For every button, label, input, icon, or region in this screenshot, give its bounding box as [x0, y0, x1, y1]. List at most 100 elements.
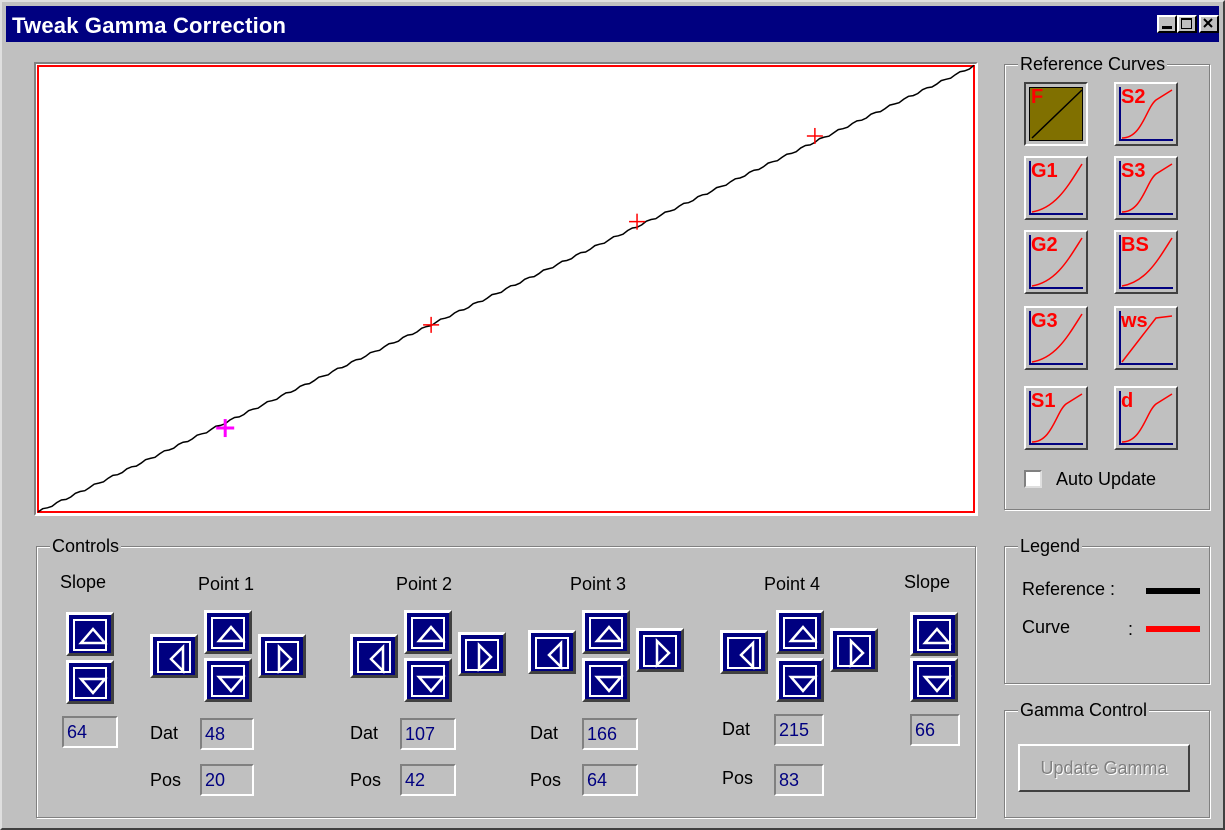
- control-point-marker-3[interactable]: [629, 213, 646, 230]
- left-arrow-icon: [157, 641, 191, 675]
- point-1-right-button[interactable]: [258, 634, 306, 678]
- down-arrow-icon: [783, 665, 818, 697]
- point-4-right-button[interactable]: [830, 628, 878, 672]
- reference-curve-label: d: [1121, 390, 1134, 412]
- legend-curve-label: Curve: [1022, 617, 1071, 637]
- gamma-curve-plot[interactable]: [34, 62, 978, 516]
- title-bar[interactable]: Tweak Gamma Correction: [6, 6, 1219, 42]
- dat-label-1: Dat: [150, 723, 179, 743]
- pos-label-4: Pos: [722, 768, 754, 788]
- slope-right-up-button[interactable]: [910, 612, 958, 656]
- point-2-left-button[interactable]: [350, 634, 398, 678]
- point-2-dat-field[interactable]: 107: [400, 718, 456, 750]
- slope-left-up-button[interactable]: [66, 612, 114, 656]
- point-2-up-button[interactable]: [404, 610, 452, 654]
- slope-left-down-button[interactable]: [66, 660, 114, 704]
- pos-label-3: Pos: [530, 770, 562, 790]
- reference-curve-button-s2[interactable]: S2: [1114, 82, 1178, 146]
- reference-curve-button-g1[interactable]: G1: [1024, 156, 1088, 220]
- reference-curve-label: F: [1031, 86, 1044, 108]
- point-4-up-button[interactable]: [776, 610, 824, 654]
- point-1-left-button[interactable]: [150, 634, 198, 678]
- reference-curve-button-d[interactable]: d: [1114, 386, 1178, 450]
- control-point-marker-2[interactable]: [423, 316, 440, 333]
- reference-curves-title: Reference Curves: [1018, 54, 1168, 74]
- legend-curve-line: [1146, 626, 1200, 632]
- down-arrow-icon: [73, 667, 108, 699]
- left-arrow-icon: [727, 637, 761, 671]
- window-title: Tweak Gamma Correction: [12, 13, 287, 38]
- down-arrow-icon: [411, 665, 446, 697]
- auto-update-label: Auto Update: [1056, 469, 1157, 489]
- point-4-down-button[interactable]: [776, 658, 824, 702]
- slope-left-label: Slope: [60, 572, 107, 592]
- down-arrow-icon: [211, 665, 246, 697]
- auto-update-checkbox[interactable]: [1024, 470, 1042, 488]
- slope-right-label: Slope: [904, 572, 951, 592]
- right-arrow-icon: [465, 639, 499, 673]
- up-arrow-icon: [73, 619, 108, 651]
- point-4-pos-field[interactable]: 83: [774, 764, 824, 796]
- legend-reference-line: [1146, 588, 1200, 594]
- control-point-marker-1[interactable]: [216, 419, 235, 438]
- up-arrow-icon: [211, 617, 246, 649]
- point-4-dat-field[interactable]: 215: [774, 714, 824, 746]
- reference-curve-button-ws[interactable]: ws: [1114, 306, 1178, 370]
- up-arrow-icon: [411, 617, 446, 649]
- point-3-down-button[interactable]: [582, 658, 630, 702]
- point-3-right-button[interactable]: [636, 628, 684, 672]
- point-2-pos-field[interactable]: 42: [400, 764, 456, 796]
- maximize-icon: [1181, 18, 1192, 29]
- reference-curve-label: S2: [1121, 86, 1146, 108]
- reference-curve-label: G3: [1031, 310, 1058, 332]
- point-4-label: Point 4: [764, 574, 821, 594]
- up-arrow-icon: [917, 619, 952, 651]
- point-4-left-button[interactable]: [720, 630, 768, 674]
- update-gamma-button[interactable]: Update Gamma: [1018, 744, 1190, 792]
- dat-label-4: Dat: [722, 719, 751, 739]
- point-3-up-button[interactable]: [582, 610, 630, 654]
- legend-title: Legend: [1018, 536, 1083, 556]
- point-3-dat-field[interactable]: 166: [582, 718, 638, 750]
- legend-group: [1004, 546, 1210, 684]
- reference-curve-button-f[interactable]: F: [1024, 82, 1088, 146]
- slope-right-field[interactable]: 66: [910, 714, 960, 746]
- point-3-label: Point 3: [570, 574, 627, 594]
- maximize-button[interactable]: [1177, 15, 1197, 33]
- point-1-up-button[interactable]: [204, 610, 252, 654]
- slope-left-field[interactable]: 64: [62, 716, 118, 748]
- reference-curve-label: S3: [1121, 160, 1146, 182]
- point-1-down-button[interactable]: [204, 658, 252, 702]
- slope-right-down-button[interactable]: [910, 658, 958, 702]
- reference-curve-button-g2[interactable]: G2: [1024, 230, 1088, 294]
- dat-label-2: Dat: [350, 723, 379, 743]
- reference-curve-button-s1[interactable]: S1: [1024, 386, 1088, 450]
- reference-curve-label: S1: [1031, 390, 1056, 412]
- pos-label-1: Pos: [150, 770, 182, 790]
- point-3-left-button[interactable]: [528, 630, 576, 674]
- right-arrow-icon: [265, 641, 299, 675]
- point-2-down-button[interactable]: [404, 658, 452, 702]
- point-1-pos-field[interactable]: 20: [200, 764, 254, 796]
- control-point-marker-4[interactable]: [806, 127, 823, 144]
- minimize-button[interactable]: [1157, 15, 1177, 33]
- gamma-control-title: Gamma Control: [1018, 700, 1150, 720]
- reference-curve-label: BS: [1121, 234, 1149, 256]
- reference-curve-line: [37, 64, 975, 513]
- close-button[interactable]: [1199, 15, 1219, 33]
- up-arrow-icon: [589, 617, 624, 649]
- reference-curve-label: ws: [1121, 310, 1148, 332]
- left-arrow-icon: [357, 641, 391, 675]
- reference-curve-button-bs[interactable]: BS: [1114, 230, 1178, 294]
- reference-curve-button-g3[interactable]: G3: [1024, 306, 1088, 370]
- legend-reference-label: Reference :: [1022, 579, 1116, 599]
- point-1-label: Point 1: [198, 574, 255, 594]
- close-icon: [1203, 18, 1213, 28]
- left-arrow-icon: [535, 637, 569, 671]
- point-1-dat-field[interactable]: 48: [200, 718, 254, 750]
- reference-curve-button-s3[interactable]: S3: [1114, 156, 1178, 220]
- point-3-pos-field[interactable]: 64: [582, 764, 638, 796]
- controls-title: Controls: [50, 536, 122, 556]
- gamma-curve-canvas[interactable]: [36, 64, 976, 514]
- point-2-right-button[interactable]: [458, 632, 506, 676]
